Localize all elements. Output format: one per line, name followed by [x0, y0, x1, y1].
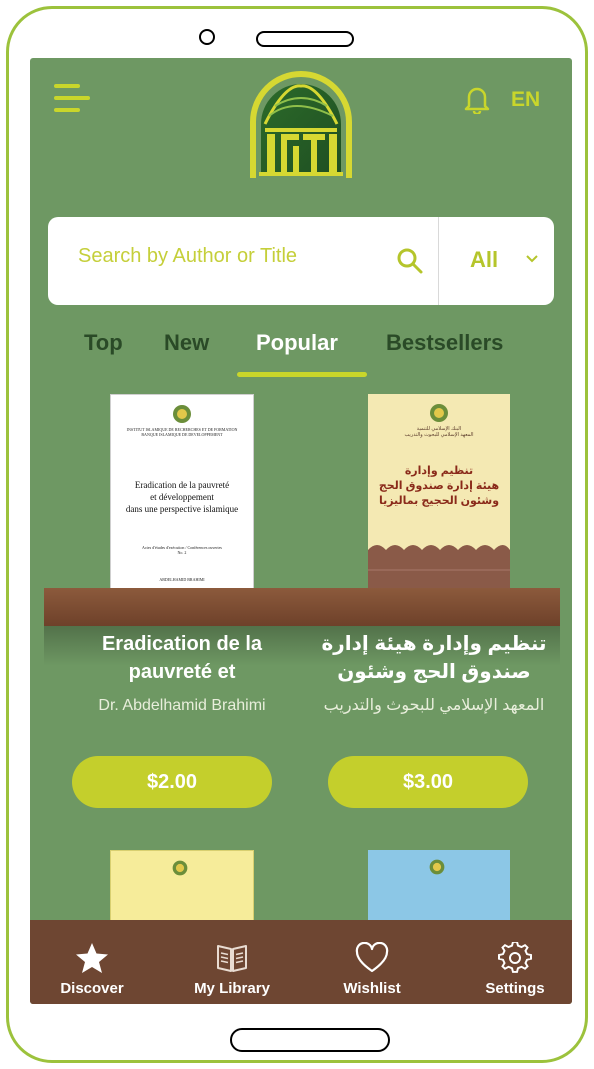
- category-tabs: Top New Popular Bestsellers: [30, 330, 572, 378]
- book-author-2: المعهد الإسلامي للبحوث والتدريب: [323, 697, 545, 714]
- app-screen: EN All Top New Popular Bestsellers INSTI…: [30, 58, 572, 1004]
- emblem-icon: [429, 859, 445, 875]
- bookshelf: [44, 588, 560, 626]
- nav-label: My Library: [194, 980, 270, 997]
- price-button-2[interactable]: $3.00: [328, 756, 528, 808]
- cover-header-text: INSTITUT ISLAMIQUE DE RECHERCHES ET DE F…: [126, 427, 238, 437]
- nav-wishlist[interactable]: Wishlist: [320, 920, 424, 1004]
- cover-series: Actes d'études d'exécution / Conférences…: [142, 545, 222, 555]
- gear-icon: [498, 942, 532, 973]
- star-icon: [76, 943, 108, 973]
- tab-popular[interactable]: Popular: [256, 330, 338, 356]
- active-tab-indicator: [237, 372, 367, 377]
- cover-header-text: البنك الإسلامي للتنمية المعهد الإسلامي ل…: [404, 426, 474, 438]
- search-icon[interactable]: [396, 247, 424, 275]
- book-cover-1[interactable]: INSTITUT ISLAMIQUE DE RECHERCHES ET DE F…: [110, 394, 254, 594]
- irti-logo: [250, 71, 352, 178]
- tab-new[interactable]: New: [164, 330, 209, 356]
- nav-label: Discover: [60, 980, 124, 997]
- nav-label: Wishlist: [343, 980, 401, 997]
- cover-title: تنظيم وإدارة هيئة إدارة صندوق الحج وشئون…: [378, 465, 500, 507]
- nav-discover[interactable]: Discover: [40, 920, 144, 1004]
- bell-icon[interactable]: [464, 84, 490, 114]
- book-title-2[interactable]: تنظيم وإدارة هيئة إدارة صندوق الحج وشئون: [314, 630, 554, 686]
- tab-bestsellers[interactable]: Bestsellers: [386, 330, 503, 356]
- home-button[interactable]: [230, 1028, 390, 1052]
- speaker: [256, 31, 354, 47]
- bottom-navigation: Discover My Library Wishlist Settings: [30, 920, 572, 1004]
- nav-my-library[interactable]: My Library: [176, 920, 288, 1004]
- chevron-down-icon: [526, 255, 538, 263]
- cover-author: ABDELHAMID BRAHIMI: [159, 577, 205, 582]
- book-cover-3[interactable]: [110, 850, 254, 930]
- cover-pattern: [368, 545, 510, 594]
- camera: [199, 29, 215, 45]
- book-cover-4[interactable]: [368, 850, 510, 930]
- filter-label: All: [470, 247, 499, 272]
- nav-label: Settings: [485, 980, 545, 997]
- emblem-icon: [430, 404, 448, 422]
- book-cover-2[interactable]: البنك الإسلامي للتنمية المعهد الإسلامي ل…: [368, 394, 510, 594]
- search-input[interactable]: [78, 245, 378, 268]
- book-title-1[interactable]: Eradication de la pauvreté et: [62, 630, 302, 686]
- hamburger-menu-icon[interactable]: [54, 82, 90, 114]
- cover-title: Eradication de la pauvreté et développem…: [125, 480, 239, 514]
- price-button-1[interactable]: $2.00: [72, 756, 272, 808]
- book-icon: [217, 945, 247, 972]
- category-filter-dropdown[interactable]: All: [454, 245, 544, 277]
- nav-settings[interactable]: Settings: [462, 920, 568, 1004]
- language-toggle[interactable]: EN: [511, 88, 540, 112]
- tab-top[interactable]: Top: [84, 330, 123, 356]
- emblem-icon: [173, 405, 191, 423]
- heart-icon: [355, 942, 389, 973]
- search-divider: [438, 217, 439, 305]
- emblem-icon: [172, 860, 188, 876]
- search-bar: All: [48, 217, 554, 305]
- book-author-1: Dr. Abdelhamid Brahimi: [98, 697, 266, 714]
